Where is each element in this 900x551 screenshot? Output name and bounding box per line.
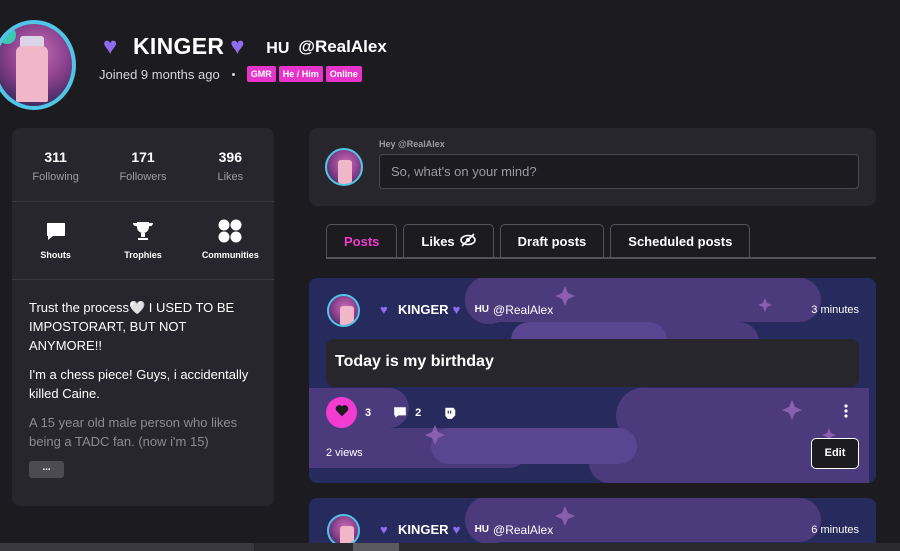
- region-tag: HU: [474, 304, 490, 315]
- communities-icon: [187, 218, 274, 244]
- compose-hint: Hey @RealAlex: [379, 139, 445, 149]
- tab-posts[interactable]: Posts: [326, 224, 398, 258]
- shortcuts-row: Shouts Trophies Communities: [12, 202, 274, 280]
- tab-likes[interactable]: Likes: [403, 224, 494, 258]
- post-author-name: KINGER: [398, 302, 449, 317]
- comment-icon[interactable]: [393, 406, 407, 419]
- tabs-divider: [326, 257, 876, 259]
- tab-label: Scheduled posts: [628, 234, 733, 249]
- profile-sidebar-card: 311 Following 171 Followers 396 Likes Sh…: [12, 128, 274, 506]
- shortcut-shouts[interactable]: Shouts: [12, 218, 99, 279]
- post-author[interactable]: ♥ KINGER ♥ HU @RealAlex: [380, 522, 553, 537]
- compose-input[interactable]: [379, 154, 859, 189]
- badge-online: Online: [325, 66, 362, 82]
- tab-scheduled[interactable]: Scheduled posts: [610, 224, 751, 258]
- post-author-handle: @RealAlex: [493, 522, 554, 537]
- bio-line: I'm a chess piece! Guys, i accidentally …: [29, 367, 249, 401]
- display-name: KINGER: [133, 33, 225, 59]
- post-author-name: KINGER: [398, 522, 449, 537]
- hand-icon[interactable]: [443, 406, 457, 420]
- scrollbar-track: [0, 543, 254, 551]
- separator-dot: [231, 72, 235, 76]
- purple-heart-icon: ♥: [452, 301, 461, 317]
- joined-text: Joined 9 months ago: [99, 66, 220, 82]
- stats-row: 311 Following 171 Followers 396 Likes: [12, 128, 274, 202]
- post-body[interactable]: Today is my birthday: [326, 339, 859, 387]
- stat-value: 171: [131, 149, 155, 165]
- stat-followers[interactable]: 171 Followers: [99, 128, 186, 201]
- tab-label: Draft posts: [517, 234, 587, 249]
- post-actions: 3 2: [326, 397, 457, 428]
- purple-heart-icon: ♥: [103, 32, 118, 60]
- badge-gmr: GMR: [246, 66, 276, 82]
- post-timestamp[interactable]: 3 minutes: [811, 304, 859, 316]
- horizontal-scrollbar[interactable]: [0, 543, 900, 551]
- more-options-icon[interactable]: [844, 404, 848, 418]
- shortcut-trophies[interactable]: Trophies: [99, 218, 186, 279]
- stat-following[interactable]: 311 Following: [12, 128, 99, 201]
- post-card: ♥ KINGER ♥ HU @RealAlex 3 minutes Today …: [309, 278, 876, 483]
- shortcut-communities[interactable]: Communities: [187, 218, 274, 279]
- region-tag: HU: [474, 524, 490, 535]
- show-more-button[interactable]: ...: [29, 461, 64, 478]
- stat-label: Followers: [119, 171, 167, 183]
- comment-count: 2: [415, 406, 422, 419]
- region-tag: HU: [266, 40, 290, 57]
- scrollbar-thumb[interactable]: [353, 543, 399, 551]
- compose-box: Hey @RealAlex: [309, 128, 876, 206]
- shortcut-label: Shouts: [40, 250, 71, 260]
- profile-handle: @RealAlex: [298, 36, 387, 56]
- stat-likes[interactable]: 396 Likes: [187, 128, 274, 201]
- profile-header: ♥ KINGER ♥ HU @RealAlex Joined 9 months …: [0, 0, 900, 120]
- profile-meta: Joined 9 months ago GMR He / Him Online: [99, 66, 362, 82]
- like-button[interactable]: [326, 397, 357, 428]
- bio-line: A 15 year old male person who likes bein…: [29, 415, 238, 449]
- badge-list: GMR He / Him Online: [246, 66, 362, 82]
- user-avatar[interactable]: [325, 148, 363, 186]
- stat-value: 396: [218, 149, 242, 165]
- shortcut-label: Communities: [201, 250, 259, 260]
- post-author-handle: @RealAlex: [493, 302, 554, 317]
- profile-tabs: Posts Likes Draft posts Scheduled posts: [326, 224, 751, 258]
- tab-label: Posts: [344, 234, 380, 249]
- purple-heart-icon: ♥: [380, 301, 388, 317]
- stat-value: 311: [44, 149, 67, 165]
- trophy-icon: [99, 218, 186, 244]
- bio: Trust the process🤍 I USED TO BE IMPOSTOR…: [12, 280, 274, 478]
- bio-line: Trust the process🤍 I USED TO BE IMPOSTOR…: [29, 300, 235, 353]
- chat-bubble-icon: [12, 218, 99, 244]
- stat-label: Following: [32, 171, 79, 183]
- badge-pronouns: He / Him: [278, 66, 323, 82]
- heart-icon: [335, 404, 349, 422]
- post-author[interactable]: ♥ KINGER ♥ HU @RealAlex: [380, 302, 553, 317]
- shortcut-label: Trophies: [124, 250, 162, 260]
- like-count: 3: [365, 406, 372, 419]
- post-timestamp[interactable]: 6 minutes: [811, 524, 859, 536]
- profile-avatar[interactable]: [0, 20, 76, 110]
- tab-label: Likes: [421, 234, 455, 249]
- purple-heart-icon: ♥: [452, 521, 461, 537]
- tab-drafts[interactable]: Draft posts: [499, 224, 605, 258]
- edit-button[interactable]: Edit: [811, 438, 859, 469]
- stat-label: Likes: [217, 171, 244, 183]
- purple-heart-icon: ♥: [230, 32, 245, 60]
- profile-title: ♥ KINGER ♥ HU @RealAlex: [103, 33, 387, 60]
- purple-heart-icon: ♥: [380, 521, 388, 537]
- post-author-avatar[interactable]: [327, 294, 360, 327]
- view-count: 2 views: [326, 447, 363, 459]
- eye-off-icon: [459, 233, 476, 250]
